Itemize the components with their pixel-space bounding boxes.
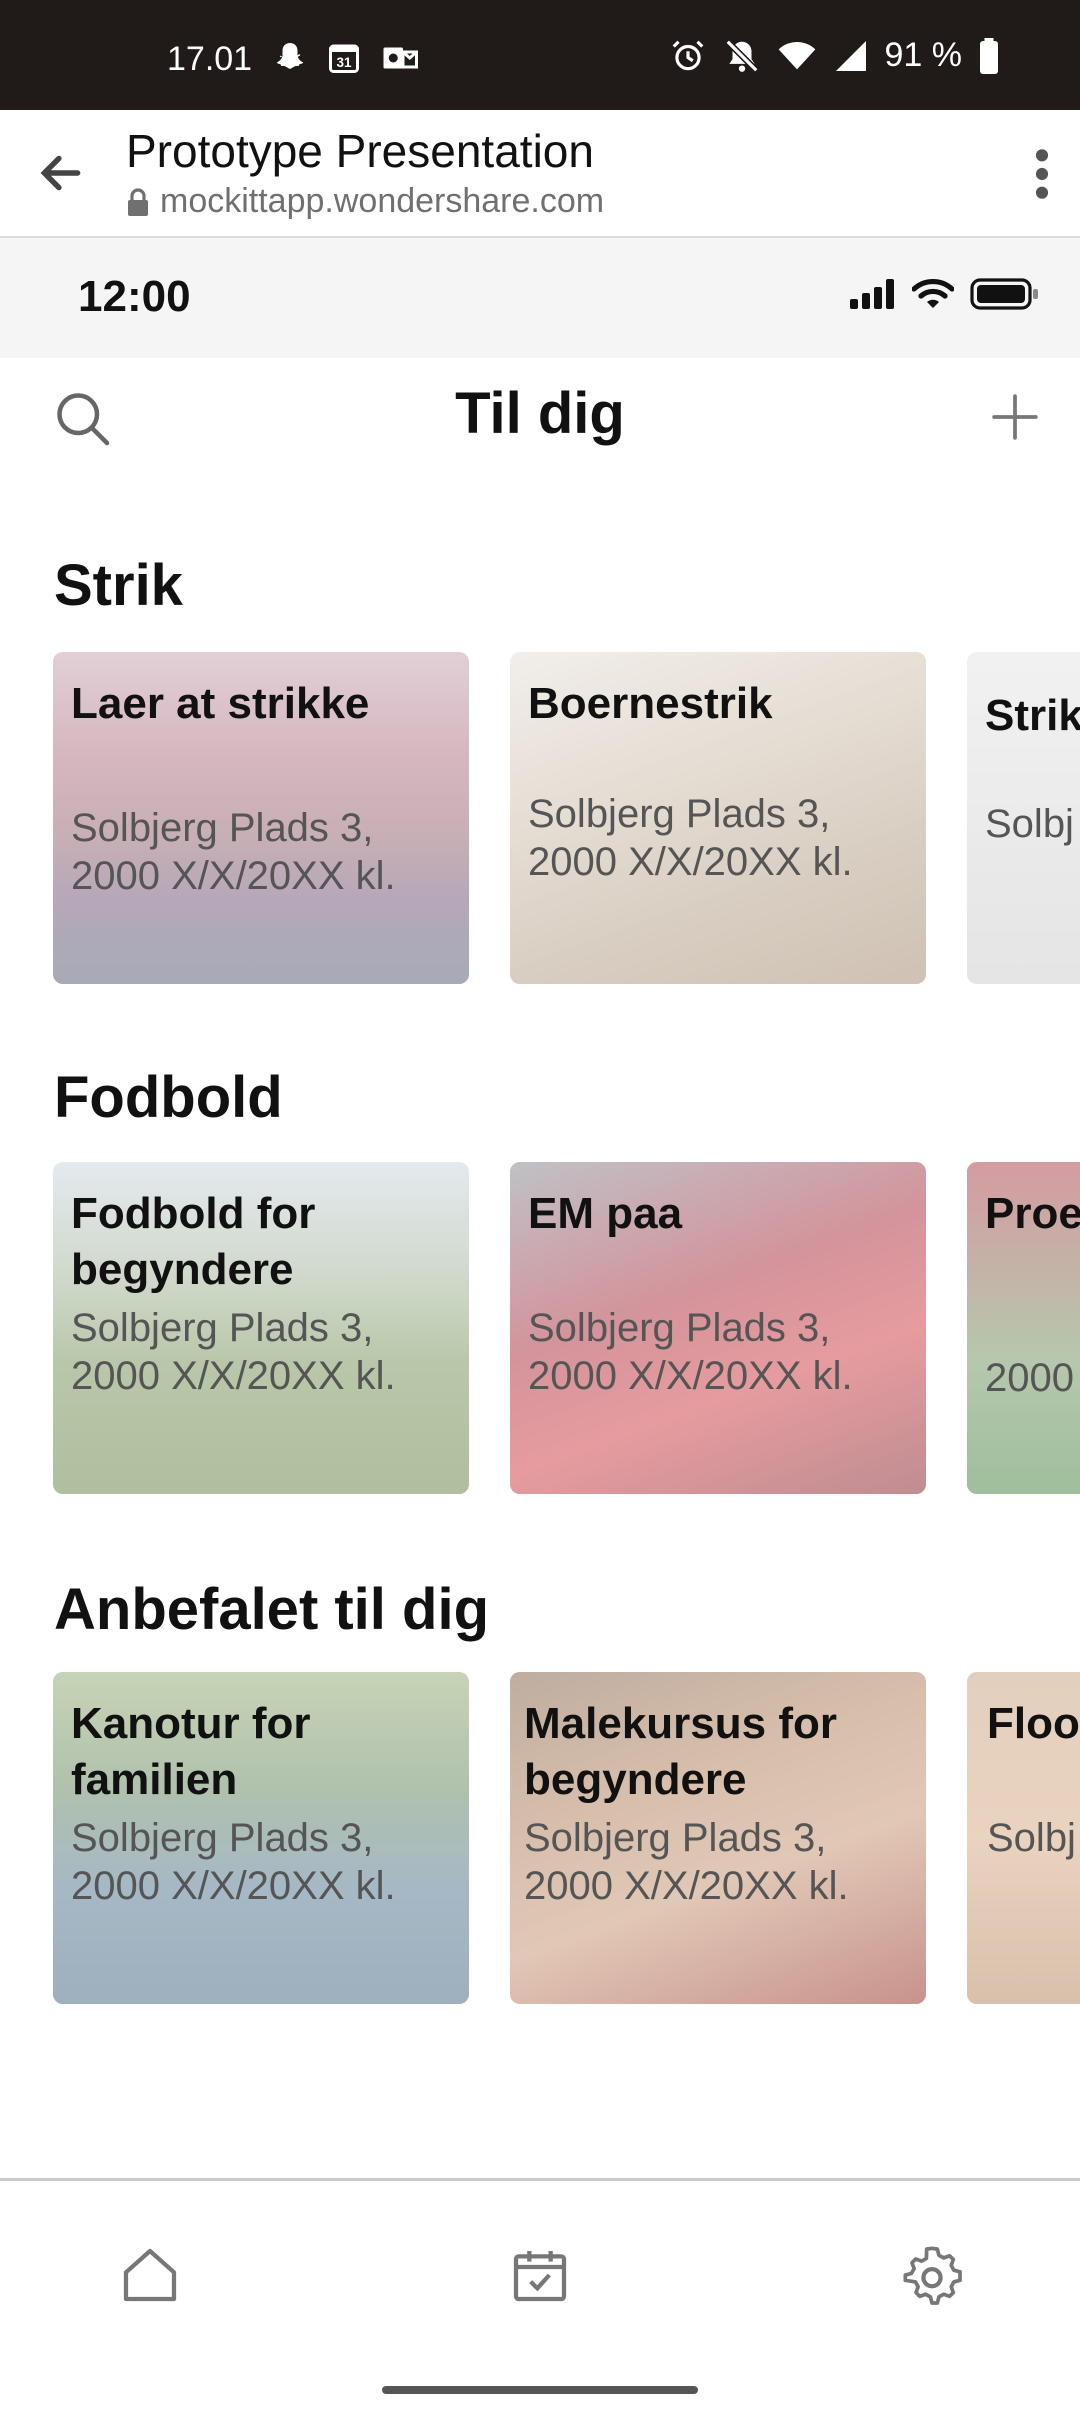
card-title: Fodbold for begyndere — [71, 1189, 316, 1294]
page-title: Til dig — [455, 381, 625, 446]
settings-icon[interactable] — [900, 2243, 964, 2307]
card-title: Laer at strikke — [71, 679, 370, 728]
card-title: Boernestrik — [528, 679, 773, 728]
event-card[interactable]: Malekursus for begyndere Solbjerg Plads … — [510, 1672, 926, 2004]
wifi-icon — [912, 278, 954, 308]
home-icon[interactable] — [118, 2243, 182, 2307]
card-subtitle: Solbj 2000 X/X/ — [985, 802, 1080, 846]
card-row-strik[interactable]: Laer at strikke Solbjerg Plads 3, 2000 X… — [53, 652, 1080, 984]
browser-toolbar: Prototype Presentation mockittapp.wonder… — [0, 110, 1080, 238]
url-text: mockittapp.wondershare.com — [160, 182, 605, 220]
section-title-anbefalet: Anbefalet til dig — [54, 1577, 489, 1642]
card-subtitle: Solbjerg Plads 3, 2000 X/X/20XX kl. — [71, 1816, 396, 1908]
event-card[interactable]: Proe for c kvin 2000 X/X/2 — [967, 1162, 1080, 1494]
calendar-31-icon: 31 — [329, 44, 359, 73]
calendar-check-icon[interactable] — [508, 2243, 572, 2307]
card-subtitle: 2000 X/X/2 — [985, 1356, 1080, 1400]
alarm-icon — [672, 40, 703, 70]
card-title: Floo proe — [987, 1699, 1080, 1748]
snapchat-icon — [276, 43, 304, 69]
signal-icon — [835, 40, 866, 71]
card-subtitle: Solbj 2000 X/X/2 — [987, 1816, 1080, 1860]
card-subtitle: Solbjerg Plads 3, 2000 X/X/20XX kl. — [71, 806, 396, 898]
system-status-bar: 17.01 31 91 % — [0, 0, 1080, 110]
event-card[interactable]: Strik Solbj 2000 X/X/ — [967, 652, 1080, 984]
add-icon[interactable] — [990, 392, 1040, 442]
battery-icon — [980, 37, 998, 74]
card-title: Kanotur for familien — [71, 1699, 311, 1804]
browser-page-title: Prototype Presentation — [126, 125, 594, 177]
browser-url[interactable]: mockittapp.wondershare.com — [126, 182, 604, 221]
app-header: Til dig — [0, 358, 1080, 478]
section-title-strik: Strik — [54, 553, 183, 618]
back-arrow-icon[interactable] — [36, 148, 86, 198]
svg-text:31: 31 — [336, 55, 352, 70]
outlook-icon — [383, 47, 418, 69]
card-title: Malekursus for begyndere — [524, 1699, 837, 1804]
event-card[interactable]: Laer at strikke Solbjerg Plads 3, 2000 X… — [53, 652, 469, 984]
section-title-fodbold: Fodbold — [54, 1065, 283, 1130]
battery-percentage: 91 % — [884, 36, 963, 74]
event-card[interactable]: Fodbold for begyndere Solbjerg Plads 3, … — [53, 1162, 469, 1494]
card-subtitle: Solbjerg Plads 3, 2000 X/X/20XX kl. — [71, 1306, 396, 1398]
card-row-anbefalet[interactable]: Kanotur for familien Solbjerg Plads 3, 2… — [53, 1672, 1080, 2004]
event-card[interactable]: EM paa Solbjerg Plads 3, 2000 X/X/20XX k… — [510, 1162, 926, 1494]
card-title: Proe for c kvin — [985, 1189, 1080, 1238]
cellular-signal-icon — [850, 279, 894, 309]
battery-icon — [970, 278, 1038, 310]
home-indicator[interactable] — [382, 2386, 698, 2394]
card-subtitle: Solbjerg Plads 3, 2000 X/X/20XX kl. — [528, 792, 853, 884]
card-subtitle: Solbjerg Plads 3, 2000 X/X/20XX kl. — [528, 1306, 853, 1398]
card-title: Strik — [985, 691, 1080, 740]
wifi-icon — [778, 41, 815, 69]
more-options-icon[interactable] — [1030, 146, 1054, 202]
bottom-navigation — [0, 2178, 1080, 2415]
card-title: EM paa — [528, 1189, 683, 1238]
prototype-status-bar: 12:00 — [0, 238, 1080, 358]
event-card[interactable]: Kanotur for familien Solbjerg Plads 3, 2… — [53, 1672, 469, 2004]
lock-icon — [128, 187, 148, 216]
event-card[interactable]: Floo proe Solbj 2000 X/X/2 — [967, 1672, 1080, 2004]
card-subtitle: Solbjerg Plads 3, 2000 X/X/20XX kl. — [524, 1816, 849, 1908]
event-card[interactable]: Boernestrik Solbjerg Plads 3, 2000 X/X/2… — [510, 652, 926, 984]
card-row-fodbold[interactable]: Fodbold for begyndere Solbjerg Plads 3, … — [53, 1162, 1080, 1494]
system-time: 17.01 — [167, 40, 253, 78]
prototype-time: 12:00 — [78, 272, 191, 321]
mute-notifications-icon — [725, 39, 758, 72]
